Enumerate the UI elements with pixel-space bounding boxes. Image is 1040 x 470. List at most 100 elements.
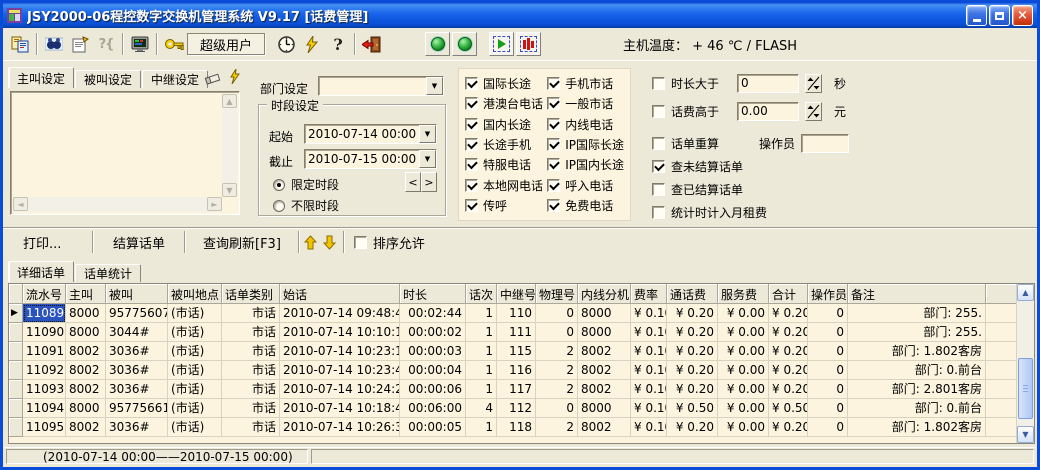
call-type-checkbox[interactable] xyxy=(465,138,478,151)
help-button[interactable]: ? xyxy=(325,31,351,57)
grid-cell[interactable]: 8002 xyxy=(66,361,106,380)
grid-cell[interactable]: ¥ 0.50 xyxy=(667,399,718,418)
grid-cell[interactable]: 117 xyxy=(497,380,536,399)
grid-tab-1[interactable]: 详细话单 xyxy=(8,261,74,282)
key-button[interactable] xyxy=(161,31,187,57)
grid-cell[interactable]: 110 xyxy=(497,304,536,323)
grid-cell[interactable]: 112 xyxy=(497,399,536,418)
grid-cell[interactable]: 11095 xyxy=(23,418,66,437)
grid-cell[interactable]: ¥ 0.10 xyxy=(631,304,667,323)
grid-cell[interactable]: 1 xyxy=(466,304,497,323)
grid-cell[interactable]: 部门: 2.801客房 xyxy=(848,380,986,399)
grid-cell[interactable]: (市话) xyxy=(168,323,222,342)
grid-cell[interactable]: 3036# xyxy=(106,380,168,399)
grid-cell[interactable]: 部门: 0.前台 xyxy=(848,361,986,380)
table-row[interactable]: ▶11089800095775607#(市话)市话2010-07-14 09:4… xyxy=(9,304,1016,323)
column-header[interactable]: 时长 xyxy=(400,284,466,304)
grid-cell[interactable]: (市话) xyxy=(168,380,222,399)
grid-cell[interactable]: 0 xyxy=(536,399,578,418)
move-down-button[interactable] xyxy=(322,235,337,250)
led-button-1[interactable] xyxy=(425,32,450,56)
grid-cell[interactable]: 4 xyxy=(466,399,497,418)
grid-cell[interactable]: 1 xyxy=(466,418,497,437)
grid-cell[interactable]: 部门: 255. xyxy=(848,323,986,342)
table-row[interactable]: 1109380023036#(市话)市话2010-07-14 10:24:250… xyxy=(9,380,1016,399)
grid-cell[interactable]: ¥ 0.50 xyxy=(769,399,808,418)
grid-cell[interactable]: 0 xyxy=(808,418,848,437)
grid-cell[interactable]: 8000 xyxy=(578,304,631,323)
grid-cell[interactable]: 00:00:05 xyxy=(400,418,466,437)
grid-cell[interactable]: 部门: 0.前台 xyxy=(848,399,986,418)
column-header[interactable]: 合计 xyxy=(769,284,808,304)
grid-cell[interactable]: 市话 xyxy=(222,361,280,380)
call-type-checkbox[interactable] xyxy=(547,97,560,110)
grid-cell[interactable]: 8002 xyxy=(66,342,106,361)
move-up-button[interactable] xyxy=(303,235,318,250)
grid-cell[interactable]: ¥ 0.10 xyxy=(631,361,667,380)
column-header[interactable]: 话单类别 xyxy=(222,284,280,304)
grid-cell[interactable]: 8002 xyxy=(578,342,631,361)
grid-cell[interactable]: 00:00:04 xyxy=(400,361,466,380)
grid-cell[interactable]: 8000 xyxy=(66,399,106,418)
recalc-checkbox[interactable] xyxy=(652,137,665,150)
grid-cell[interactable]: 市话 xyxy=(222,304,280,323)
grid-cell[interactable]: 2010-07-14 10:10:10 xyxy=(280,323,400,342)
grid-cell[interactable]: 11092 xyxy=(23,361,66,380)
grid-cell[interactable]: 8002 xyxy=(578,418,631,437)
grid-cell[interactable]: 3036# xyxy=(106,418,168,437)
fee-field[interactable] xyxy=(737,102,799,121)
grid-cell[interactable]: 市话 xyxy=(222,418,280,437)
grid-cell[interactable]: 市话 xyxy=(222,323,280,342)
fee-input[interactable] xyxy=(741,104,795,118)
call-type-checkbox[interactable] xyxy=(547,158,560,171)
grid-cell[interactable]: ¥ 0.20 xyxy=(667,323,718,342)
exit-button[interactable] xyxy=(359,31,385,57)
call-type-checkbox[interactable] xyxy=(465,118,478,131)
column-header[interactable]: 话次 xyxy=(466,284,497,304)
grid-cell[interactable]: 8002 xyxy=(66,380,106,399)
grid-cell[interactable]: ¥ 0.10 xyxy=(631,380,667,399)
print-button[interactable]: 打印... xyxy=(9,230,89,255)
grid-cell[interactable]: 11090 xyxy=(23,323,66,342)
eraser-button[interactable] xyxy=(203,71,223,90)
table-row[interactable]: 1109180023036#(市话)市话2010-07-14 10:23:180… xyxy=(9,342,1016,361)
grid-cell[interactable]: 2 xyxy=(536,418,578,437)
column-header[interactable]: 被叫地点 xyxy=(168,284,222,304)
call-type-checkbox[interactable] xyxy=(547,199,560,212)
department-combo[interactable]: ▼ xyxy=(318,76,444,96)
grid-cell[interactable]: 2010-07-14 09:48:45 xyxy=(280,304,400,323)
grid-cell[interactable]: 8000 xyxy=(66,304,106,323)
grid-cell[interactable]: 8000 xyxy=(66,323,106,342)
column-header[interactable]: 中继号 xyxy=(497,284,536,304)
grid-cell[interactable]: 0 xyxy=(808,361,848,380)
grid-cell[interactable]: ¥ 0.20 xyxy=(769,323,808,342)
grid-cell[interactable]: 3036# xyxy=(106,361,168,380)
fee-spinner[interactable] xyxy=(805,102,822,121)
column-header[interactable]: 物理号 xyxy=(536,284,578,304)
grid-cell[interactable]: 1 xyxy=(466,361,497,380)
period-end-combo[interactable]: 2010-07-15 00:00 ▼ xyxy=(304,149,437,169)
scrollbar-thumb[interactable] xyxy=(1018,358,1033,419)
grid-cell[interactable]: 2010-07-14 10:24:25 xyxy=(280,380,400,399)
grid-cell[interactable]: 2010-07-14 10:18:45 xyxy=(280,399,400,418)
grid-cell[interactable]: 市话 xyxy=(222,342,280,361)
scroll-up-icon[interactable]: ▲ xyxy=(222,94,237,108)
column-header[interactable]: 内线分机 xyxy=(578,284,631,304)
column-header[interactable]: 被叫 xyxy=(106,284,168,304)
grid-cell[interactable]: 00:00:06 xyxy=(400,380,466,399)
prev-period-button[interactable]: < xyxy=(405,172,421,192)
grid-cell[interactable]: ¥ 0.00 xyxy=(718,399,769,418)
grid-cell[interactable]: 2 xyxy=(536,380,578,399)
grid-cell[interactable]: 11093 xyxy=(23,380,66,399)
sort-allow-checkbox[interactable] xyxy=(354,236,367,249)
grid-cell[interactable]: 00:00:03 xyxy=(400,342,466,361)
chart-run-button[interactable] xyxy=(489,32,514,56)
fee-filter-checkbox[interactable] xyxy=(652,105,665,118)
clock-button[interactable] xyxy=(273,31,299,57)
grid-cell[interactable]: 2 xyxy=(536,361,578,380)
grid-cell[interactable]: ¥ 0.10 xyxy=(631,323,667,342)
search-button[interactable] xyxy=(41,31,67,57)
column-header[interactable]: 费率 xyxy=(631,284,667,304)
refresh-button[interactable]: 查询刷新[F3] xyxy=(189,230,295,255)
grid-cell[interactable]: 00:02:44 xyxy=(400,304,466,323)
